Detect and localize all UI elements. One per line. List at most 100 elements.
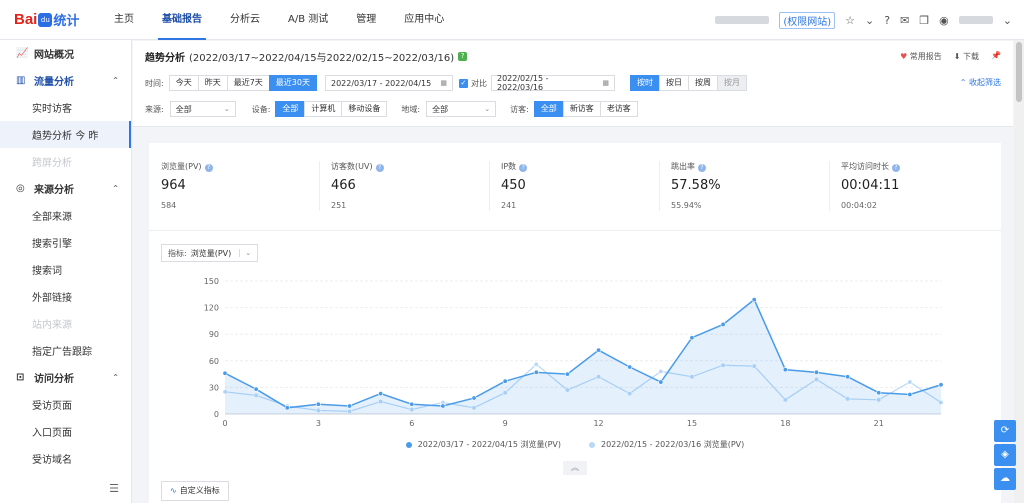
- sidebar-item-overview[interactable]: 📈 网站概况: [0, 40, 131, 67]
- data-point: [222, 370, 228, 376]
- help-icon[interactable]: ?: [884, 14, 890, 27]
- help-icon[interactable]: ?: [204, 164, 213, 172]
- device-mobile-button[interactable]: 移动设备: [341, 101, 388, 117]
- region-select[interactable]: 全部 ⌄: [426, 101, 497, 117]
- time-yesterday-button[interactable]: 昨天: [197, 75, 228, 91]
- sidebar-item-visited-pages[interactable]: 受访页面: [0, 391, 131, 418]
- logo-suffix: 统计: [53, 14, 80, 29]
- sidebar-item-ad-tracking[interactable]: 指定广告跟踪: [0, 337, 131, 364]
- kpi-uv: 访客数(UV)? 466 251: [319, 143, 489, 230]
- x-tick-label: 15: [687, 419, 697, 428]
- check-icon: ✓: [458, 78, 468, 88]
- report-header: 趋势分析 (2022/03/17~2022/04/15与2022/02/15~2…: [133, 41, 1013, 127]
- nav-manage[interactable]: 管理: [342, 0, 390, 40]
- y-tick-label: 150: [204, 277, 219, 286]
- visitor-all-button[interactable]: 全部: [533, 101, 564, 117]
- compass-icon[interactable]: ◈: [994, 444, 1016, 466]
- data-point: [627, 364, 633, 370]
- help-icon[interactable]: ?: [519, 164, 528, 172]
- username[interactable]: [958, 16, 993, 24]
- time-7days-button[interactable]: 最近7天: [226, 75, 270, 91]
- star-icon[interactable]: ☆: [845, 14, 855, 27]
- windows-icon[interactable]: ❐: [919, 14, 929, 27]
- mail-icon[interactable]: ✉: [900, 14, 909, 27]
- help-icon[interactable]: ?: [375, 164, 384, 172]
- y-tick-label: 0: [214, 410, 219, 419]
- sidebar-group-visit[interactable]: ⊡ 访问分析 ⌃: [0, 364, 131, 391]
- sidebar-item-external-links[interactable]: 外部链接: [0, 283, 131, 310]
- sidebar-group-flow[interactable]: ▥ 流量分析 ⌃: [0, 67, 131, 94]
- float-tools: ⟳ ◈ ☁: [994, 420, 1016, 492]
- device-computer-button[interactable]: 计算机: [304, 101, 343, 117]
- source-select[interactable]: 全部 ⌄: [169, 101, 236, 117]
- user-chevron-icon[interactable]: ⌄: [1003, 14, 1012, 27]
- visitor-new-button[interactable]: 新访客: [562, 101, 601, 117]
- kpi-label: IP数?: [501, 161, 659, 172]
- site-domain[interactable]: [715, 16, 770, 24]
- visitor-label: 访客:: [510, 104, 529, 114]
- download-button[interactable]: ⬇ 下载: [954, 51, 979, 62]
- help-icon[interactable]: ?: [698, 164, 706, 172]
- nav-analysis-cloud[interactable]: 分析云: [216, 0, 274, 40]
- data-point: [782, 367, 788, 373]
- help-icon[interactable]: ?: [892, 164, 900, 172]
- help-icon[interactable]: ?: [458, 52, 468, 61]
- collapse-menu-icon[interactable]: ☰: [109, 482, 119, 495]
- legend-item-compare[interactable]: 2022/02/15 - 2022/03/16 浏览量(PV): [589, 439, 744, 450]
- data-point: [315, 401, 321, 407]
- compare-date-picker[interactable]: 2022/02/15 - 2022/03/16 ▦: [490, 74, 615, 92]
- trend-today-yesterday[interactable]: 今 昨: [75, 127, 98, 142]
- nav-app-center[interactable]: 应用中心: [390, 0, 458, 40]
- sidebar-item-entry-pages[interactable]: 入口页面: [0, 418, 131, 445]
- favorite-report-button[interactable]: ♥ 常用报告: [900, 51, 942, 62]
- sidebar-item-search-words[interactable]: 搜索词: [0, 256, 131, 283]
- device-label: 设备:: [251, 104, 271, 114]
- gran-week-button[interactable]: 按周: [687, 75, 718, 91]
- kpi-compare-value: 00:04:02: [841, 201, 877, 210]
- chevron-down-icon: ⌄: [223, 105, 230, 113]
- data-point: [347, 403, 353, 409]
- nav-ab-test[interactable]: A/B 测试: [274, 0, 342, 40]
- chart-collapse-handle[interactable]: ︽: [563, 461, 587, 475]
- nav-home[interactable]: 主页: [100, 0, 148, 40]
- metric-select[interactable]: 指标: 浏览量(PV) ⌄: [161, 244, 259, 262]
- data-point: [876, 390, 882, 396]
- device-all-button[interactable]: 全部: [275, 101, 306, 117]
- sidebar-group-source[interactable]: ◎ 来源分析 ⌃: [0, 175, 131, 202]
- pin-icon[interactable]: 📌: [991, 51, 1001, 62]
- time-30days-button[interactable]: 最近30天: [268, 75, 317, 91]
- kpi-label: 访客数(UV)?: [331, 161, 489, 172]
- gran-hour-button[interactable]: 按时: [629, 75, 660, 91]
- compare-checkbox[interactable]: ✓ 对比: [458, 78, 487, 89]
- chevron-up-icon: ⌃: [112, 184, 119, 193]
- scrollbar-thumb[interactable]: [1016, 42, 1022, 102]
- nav-basic-report[interactable]: 基础报告: [148, 0, 216, 40]
- data-point: [907, 391, 913, 397]
- legend-item-current[interactable]: 2022/03/17 - 2022/04/15 浏览量(PV): [405, 439, 561, 450]
- sidebar-label: 来源分析: [34, 185, 74, 196]
- data-point: [907, 379, 913, 385]
- time-today-button[interactable]: 今天: [168, 75, 199, 91]
- paw-icon: du: [38, 12, 53, 27]
- user-icon[interactable]: ◉: [939, 14, 949, 27]
- refresh-icon[interactable]: ⟳: [994, 420, 1016, 442]
- wechat-icon[interactable]: ☁: [994, 468, 1016, 490]
- sidebar-item-trend[interactable]: 趋势分析 今 昨: [0, 121, 131, 148]
- sidebar-item-all-sources[interactable]: 全部来源: [0, 202, 131, 229]
- sidebar-item-visited-domains[interactable]: 受访域名: [0, 445, 131, 472]
- collapse-filter-button[interactable]: ⌃ 收起筛选: [960, 77, 1001, 88]
- chevron-down-icon[interactable]: ⌄: [865, 14, 874, 27]
- calendar-icon: ▦: [602, 79, 609, 87]
- sidebar-item-search-engine[interactable]: 搜索引擎: [0, 229, 131, 256]
- data-point: [533, 369, 539, 375]
- calendar-icon: ▦: [440, 79, 447, 87]
- visitor-returning-button[interactable]: 老访客: [599, 101, 638, 117]
- sidebar-item-realtime[interactable]: 实时访客: [0, 94, 131, 121]
- gran-day-button[interactable]: 按日: [658, 75, 689, 91]
- date-range-picker[interactable]: 2022/03/17 - 2022/04/15 ▦: [324, 75, 453, 91]
- brand-logo[interactable]: Bai du 统计: [0, 0, 100, 40]
- legend-dot: [405, 441, 412, 448]
- custom-metric-button[interactable]: ∿ 自定义指标: [161, 481, 229, 501]
- date-range-text: (2022/03/17~2022/04/15与2022/02/15~2022/0…: [189, 53, 455, 64]
- kpi-value: 964: [161, 178, 186, 193]
